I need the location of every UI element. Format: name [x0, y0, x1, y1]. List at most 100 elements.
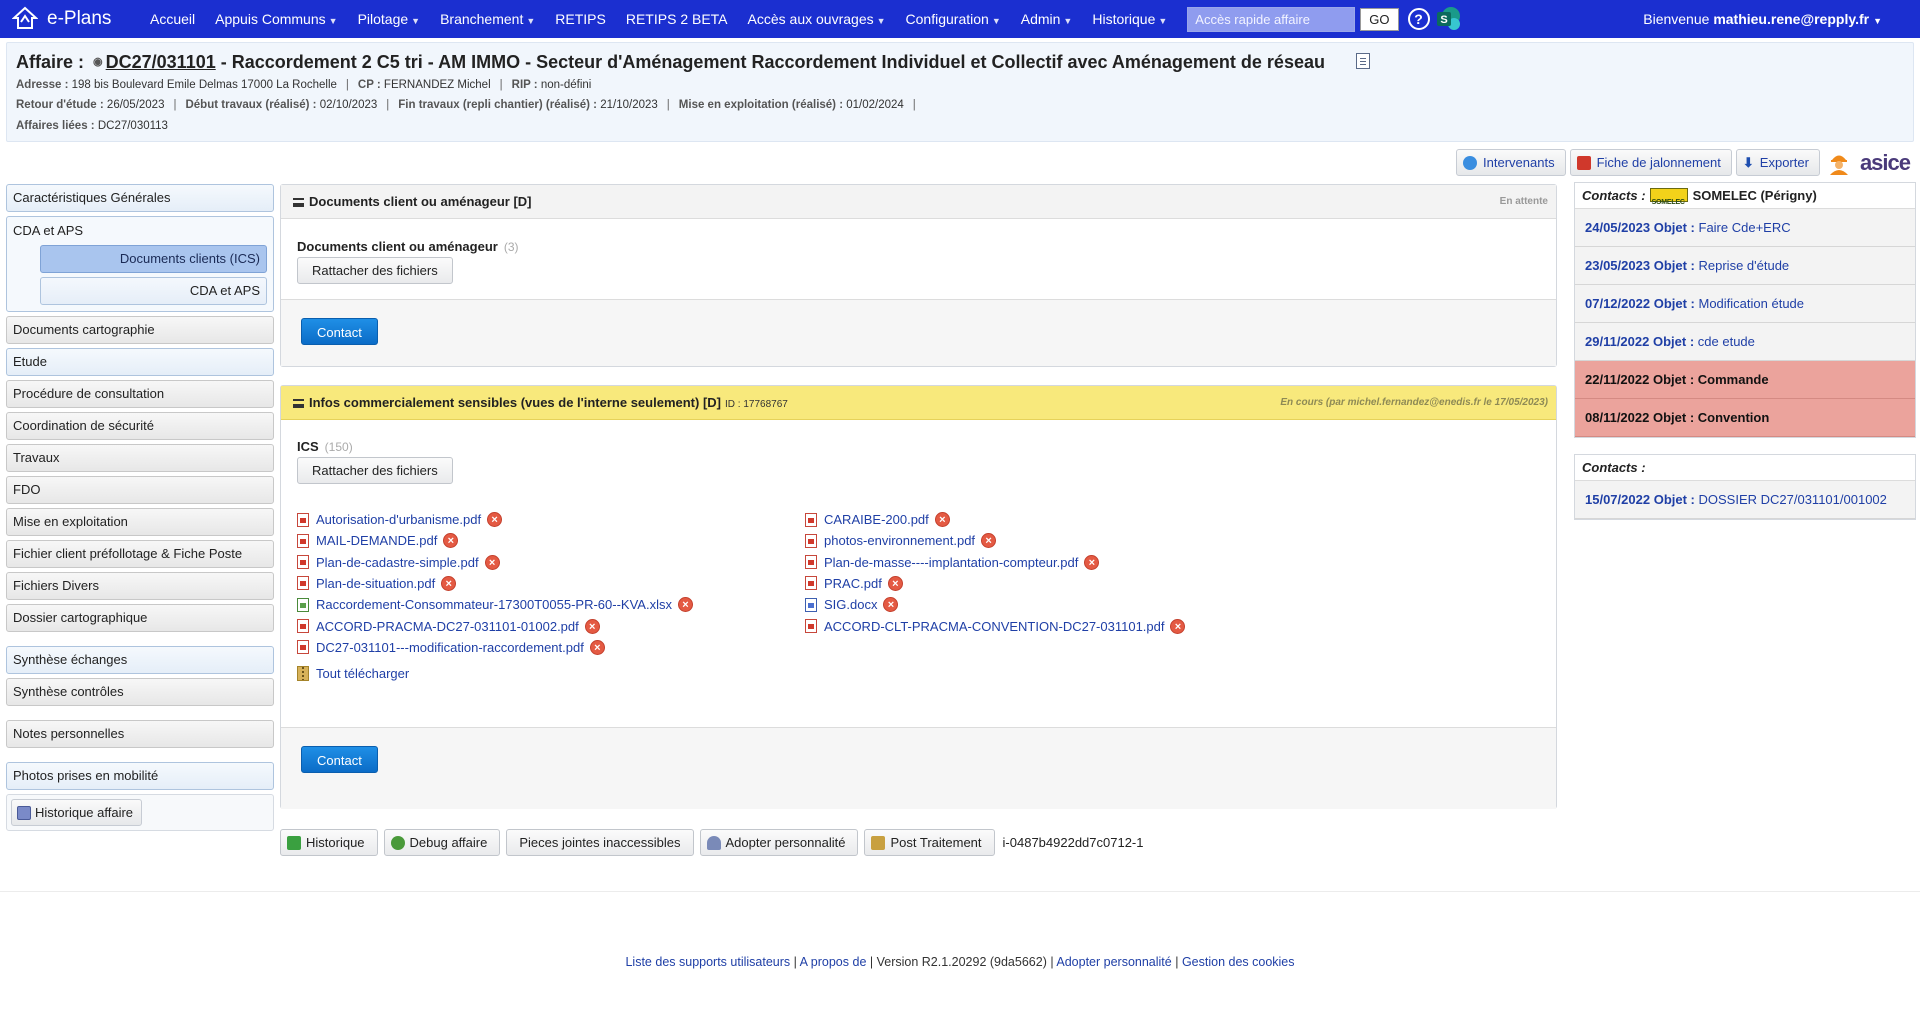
footer-apropos-link[interactable]: A propos de	[800, 955, 867, 969]
panel-documents-client-header[interactable]: Documents client ou aménageur [D] En att…	[281, 185, 1556, 219]
contact-button[interactable]: Contact	[301, 318, 378, 345]
affaire-number[interactable]: DC27/031101	[106, 52, 216, 72]
contact-row[interactable]: 22/11/2022 Objet : Commande	[1575, 361, 1915, 399]
historique-affaire-button[interactable]: Historique affaire	[11, 799, 143, 826]
delete-icon[interactable]: ×	[484, 554, 500, 570]
sidebar-item-items_a-0[interactable]: Documents cartographie	[6, 316, 274, 344]
nav-item-5[interactable]: RETIPS 2 BETA	[616, 11, 738, 27]
contact-row[interactable]: 24/05/2023 Objet : Faire Cde+ERC	[1575, 209, 1915, 247]
worker-icon[interactable]	[1828, 151, 1850, 175]
contact-row[interactable]: 15/07/2022 Objet : DOSSIER DC27/031101/0…	[1575, 481, 1915, 519]
delete-icon[interactable]: ×	[443, 533, 459, 549]
delete-icon[interactable]: ×	[584, 618, 600, 634]
nav-item-2[interactable]: Pilotage ▼	[348, 11, 431, 27]
file-name[interactable]: Plan-de-cadastre-simple.pdf	[316, 555, 479, 570]
debug-affaire-button[interactable]: Debug affaire	[383, 829, 501, 856]
sidebar-item-items_a-1[interactable]: Etude	[6, 348, 274, 376]
sidebar-subitem-documents-clients[interactable]: Documents clients (ICS)	[40, 245, 267, 273]
file-item[interactable]: DC27-031101---modification-raccordement.…	[297, 639, 605, 655]
file-name[interactable]: CARAIBE-200.pdf	[824, 512, 929, 527]
file-item[interactable]: ACCORD-CLT-PRACMA-CONVENTION-DC27-031101…	[805, 618, 1186, 634]
sidebar-item-caracteristiques[interactable]: Caractéristiques Générales	[6, 184, 274, 212]
delete-icon[interactable]: ×	[883, 597, 899, 613]
file-name[interactable]: ACCORD-PRACMA-DC27-031101-01002.pdf	[316, 619, 579, 634]
help-icon[interactable]: ?	[1407, 8, 1430, 30]
sidebar-item-items_a-6[interactable]: Mise en exploitation	[6, 508, 274, 536]
sidebar-item-items_a-4[interactable]: Travaux	[6, 444, 274, 472]
file-name[interactable]: ACCORD-CLT-PRACMA-CONVENTION-DC27-031101…	[824, 619, 1164, 634]
nav-item-7[interactable]: Configuration ▼	[896, 11, 1011, 27]
sidebar-item-items_a-8[interactable]: Fichiers Divers	[6, 572, 274, 600]
sidebar-subitem-cda-aps[interactable]: CDA et APS	[40, 277, 267, 305]
nav-item-6[interactable]: Accès aux ouvrages ▼	[738, 11, 896, 27]
contact-row[interactable]: 07/12/2022 Objet : Modification étude	[1575, 285, 1915, 323]
file-item[interactable]: Plan-de-masse----implantation-compteur.p…	[805, 554, 1100, 570]
footer-adopter-link[interactable]: Adopter personnalité	[1056, 955, 1171, 969]
delete-icon[interactable]: ×	[677, 597, 693, 613]
delete-icon[interactable]: ×	[487, 512, 503, 527]
pieces-inaccessibles-button[interactable]: Pieces jointes inaccessibles	[506, 829, 694, 856]
attach-files-button[interactable]: Rattacher des fichiers	[297, 257, 453, 284]
delete-icon[interactable]: ×	[887, 575, 903, 591]
delete-icon[interactable]: ×	[441, 575, 457, 591]
delete-icon[interactable]: ×	[589, 639, 605, 655]
sidebar-item-items_b-0[interactable]: Synthèse échanges	[6, 646, 274, 674]
fiche-jalonnement-button[interactable]: Fiche de jalonnement	[1569, 149, 1732, 176]
nav-item-8[interactable]: Admin ▼	[1011, 11, 1083, 27]
file-name[interactable]: photos-environnement.pdf	[824, 533, 975, 548]
file-name[interactable]: SIG.docx	[824, 597, 877, 612]
file-item[interactable]: Autorisation-d'urbanisme.pdf ×	[297, 512, 503, 527]
go-button[interactable]: GO	[1360, 7, 1399, 31]
intervenants-button[interactable]: Intervenants	[1456, 149, 1566, 176]
contact-row[interactable]: 29/11/2022 Objet : cde etude	[1575, 323, 1915, 361]
delete-icon[interactable]: ×	[1084, 554, 1100, 570]
sidebar-item-items_b-1[interactable]: Synthèse contrôles	[6, 678, 274, 706]
quick-access-input[interactable]	[1187, 6, 1356, 32]
file-name[interactable]: DC27-031101---modification-raccordement.…	[316, 640, 584, 655]
contact-button[interactable]: Contact	[301, 746, 378, 773]
file-item[interactable]: PRAC.pdf ×	[805, 575, 903, 591]
footer-cookies-link[interactable]: Gestion des cookies	[1182, 955, 1295, 969]
sidebar-item-items_a-9[interactable]: Dossier cartographique	[6, 604, 274, 632]
file-name[interactable]: Autorisation-d'urbanisme.pdf	[316, 512, 481, 527]
file-item[interactable]: Plan-de-situation.pdf ×	[297, 575, 457, 591]
sidebar-item-items_d-0[interactable]: Photos prises en mobilité	[6, 762, 274, 790]
sidebar-group-label[interactable]: CDA et APS	[13, 221, 267, 241]
footer-support-link[interactable]: Liste des supports utilisateurs	[625, 955, 790, 969]
user-name[interactable]: mathieu.rene@repply.fr	[1713, 11, 1869, 27]
download-all-link[interactable]: Tout télécharger	[297, 666, 409, 682]
sidebar-item-items_a-2[interactable]: Procédure de consultation	[6, 380, 274, 408]
delete-icon[interactable]: ×	[1170, 618, 1186, 634]
user-menu-caret-icon[interactable]: ▼	[1873, 16, 1882, 26]
file-item[interactable]: Raccordement-Consommateur-17300T0055-PR-…	[297, 597, 693, 613]
file-item[interactable]: Plan-de-cadastre-simple.pdf ×	[297, 554, 500, 570]
sidebar-item-items_a-7[interactable]: Fichier client préfollotage & Fiche Post…	[6, 540, 274, 568]
file-item[interactable]: ACCORD-PRACMA-DC27-031101-01002.pdf ×	[297, 618, 600, 634]
delete-icon[interactable]: ×	[981, 533, 997, 549]
attach-files-button[interactable]: Rattacher des fichiers	[297, 457, 453, 484]
app-logo[interactable]: e-Plans	[11, 6, 140, 32]
file-item[interactable]: MAIL-DEMANDE.pdf ×	[297, 533, 459, 549]
file-name[interactable]: Plan-de-masse----implantation-compteur.p…	[824, 555, 1078, 570]
file-item[interactable]: SIG.docx ×	[805, 597, 899, 613]
delete-icon[interactable]: ×	[934, 512, 950, 527]
nav-item-9[interactable]: Historique ▼	[1082, 11, 1177, 27]
edit-document-icon[interactable]	[1356, 53, 1370, 69]
nav-item-3[interactable]: Branchement ▼	[430, 11, 545, 27]
file-name[interactable]: Raccordement-Consommateur-17300T0055-PR-…	[316, 597, 672, 612]
panel-infos-sensibles-header[interactable]: Infos commercialement sensibles (vues de…	[281, 386, 1556, 420]
sidebar-item-items_a-3[interactable]: Coordination de sécurité	[6, 412, 274, 440]
sidebar-item-items_a-5[interactable]: FDO	[6, 476, 274, 504]
file-name[interactable]: MAIL-DEMANDE.pdf	[316, 533, 437, 548]
sidebar-item-items_c-0[interactable]: Notes personnelles	[6, 720, 274, 748]
nav-item-0[interactable]: Accueil	[140, 11, 205, 27]
nav-item-1[interactable]: Appuis Communs ▼	[205, 11, 347, 27]
file-item[interactable]: CARAIBE-200.pdf ×	[805, 512, 950, 527]
file-name[interactable]: PRAC.pdf	[824, 576, 882, 591]
adopter-personnalite-button[interactable]: Adopter personnalité	[699, 829, 859, 856]
file-name[interactable]: Plan-de-situation.pdf	[316, 576, 435, 591]
contact-row[interactable]: 23/05/2023 Objet : Reprise d'étude	[1575, 247, 1915, 285]
asice-logo[interactable]: asice	[1860, 150, 1911, 176]
contact-row[interactable]: 08/11/2022 Objet : Convention	[1575, 399, 1915, 437]
post-traitement-button[interactable]: Post Traitement	[864, 829, 995, 856]
